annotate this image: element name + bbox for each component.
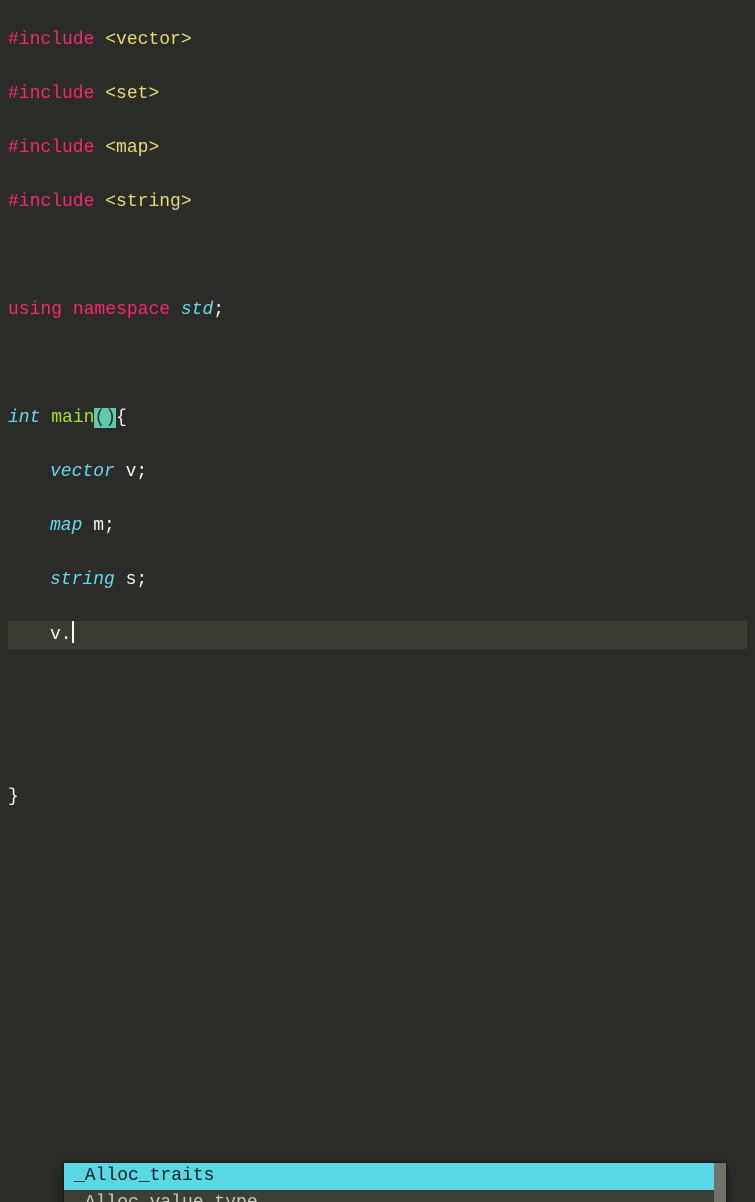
keyword-token: using xyxy=(8,300,62,320)
header-token: <vector> xyxy=(105,30,191,50)
code-line xyxy=(8,351,747,378)
code-line xyxy=(8,730,747,757)
type-token: string xyxy=(50,570,115,590)
code-line: vector v; xyxy=(8,459,747,486)
header-token: <map> xyxy=(105,138,159,158)
code-line: int main(){ xyxy=(8,405,747,432)
scrollbar-thumb[interactable] xyxy=(714,1163,726,1202)
keyword-token: namespace xyxy=(73,300,170,320)
code-editor[interactable]: #include <vector> #include <set> #includ… xyxy=(0,0,755,838)
autocomplete-item-name: _Alloc_value_type xyxy=(74,1193,258,1202)
code-line xyxy=(8,676,747,703)
var-token: m; xyxy=(82,516,114,536)
preproc-token: #include xyxy=(8,84,94,104)
type-token: int xyxy=(8,408,40,428)
autocomplete-item[interactable]: _Alloc_value_type xyxy=(64,1190,726,1202)
type-token: map xyxy=(50,516,82,536)
var-token: v. xyxy=(50,625,72,645)
code-line: #include <set> xyxy=(8,81,747,108)
text-cursor xyxy=(72,621,74,643)
code-line xyxy=(8,243,747,270)
preproc-token: #include xyxy=(8,192,94,212)
code-line: map m; xyxy=(8,513,747,540)
code-line: using namespace std; xyxy=(8,297,747,324)
type-token: std xyxy=(181,300,213,320)
autocomplete-item-name: _Alloc_traits xyxy=(74,1166,214,1186)
var-token: s; xyxy=(115,570,147,590)
code-line-current: v. xyxy=(8,621,747,649)
func-token: main xyxy=(51,408,94,428)
header-token: <string> xyxy=(105,192,191,212)
code-line: #include <vector> xyxy=(8,27,747,54)
paren-highlight: () xyxy=(94,408,116,428)
preproc-token: #include xyxy=(8,138,94,158)
type-token: vector xyxy=(50,462,115,482)
var-token: v; xyxy=(115,462,147,482)
punct-token: ; xyxy=(213,300,224,320)
code-line: #include <string> xyxy=(8,189,747,216)
code-line: string s; xyxy=(8,567,747,594)
autocomplete-list: _Alloc_traits_Alloc_value_type_Base_Base… xyxy=(64,1163,726,1202)
punct-token: } xyxy=(8,787,19,807)
autocomplete-item[interactable]: _Alloc_traits xyxy=(64,1163,726,1190)
code-line: #include <map> xyxy=(8,135,747,162)
code-line: } xyxy=(8,784,747,811)
preproc-token: #include xyxy=(8,30,94,50)
autocomplete-popup[interactable]: _Alloc_traits_Alloc_value_type_Base_Base… xyxy=(63,1162,727,1202)
punct-token: { xyxy=(116,408,127,428)
header-token: <set> xyxy=(105,84,159,104)
